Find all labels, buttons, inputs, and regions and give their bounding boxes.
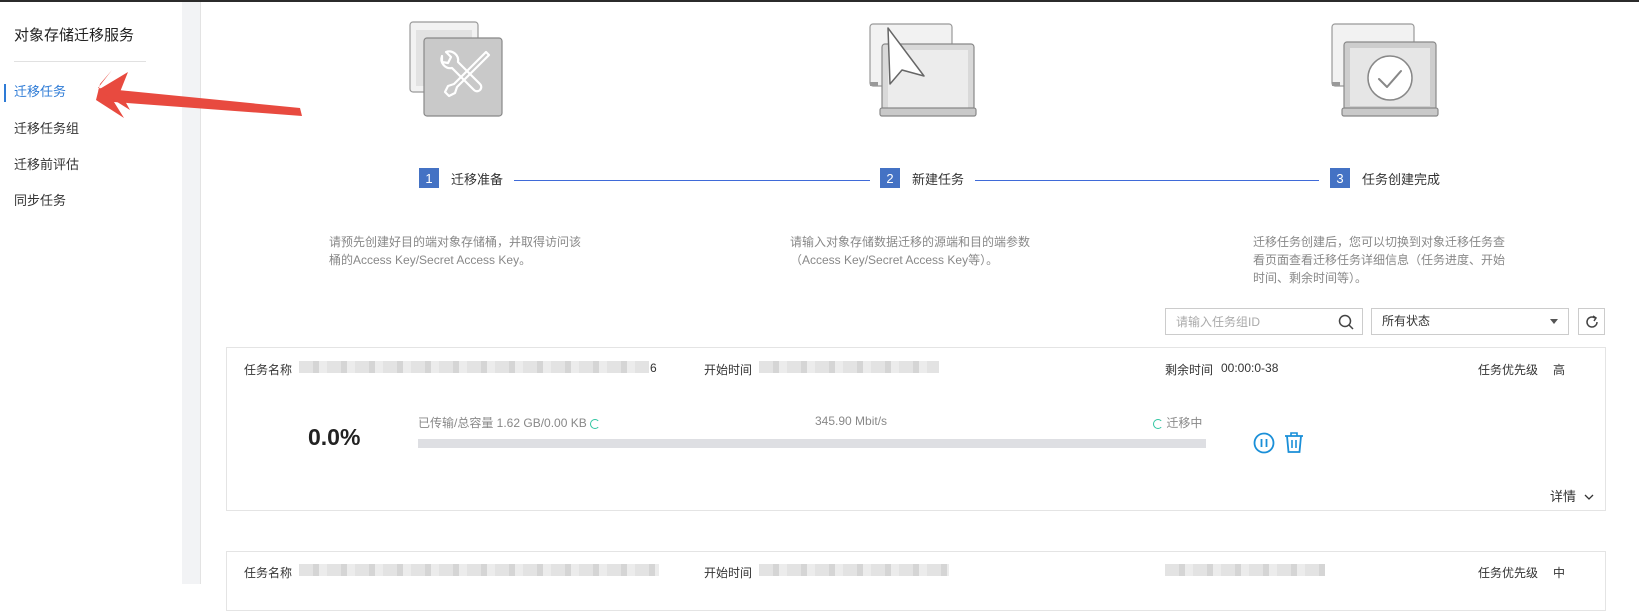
trash-icon[interactable] xyxy=(1283,431,1305,455)
sidebar-divider xyxy=(14,61,146,62)
priority-value: 高 xyxy=(1553,363,1566,377)
sidebar-item-pre-migration-assessment[interactable]: 迁移前评估 xyxy=(14,154,79,173)
priority-label: 任务优先级 xyxy=(1478,363,1539,377)
remaining-time-value: 00:00:0-38 xyxy=(1221,361,1279,375)
sidebar-collapse-gutter[interactable] xyxy=(182,2,201,584)
remaining-time-label: 剩余时间 xyxy=(1165,363,1214,377)
step-1-label: 迁移准备 xyxy=(451,171,504,187)
sidebar: 对象存储迁移服务 迁移任务 迁移任务组 迁移前评估 同步任务 xyxy=(0,2,183,584)
step-connector-2 xyxy=(975,180,1319,181)
start-time-label: 开始时间 xyxy=(704,363,753,377)
sidebar-title: 对象存储迁移服务 xyxy=(14,27,135,44)
step-3-label: 任务创建完成 xyxy=(1362,171,1441,187)
priority-label: 任务优先级 xyxy=(1478,566,1539,580)
chevron-down-icon xyxy=(1584,494,1594,500)
sidebar-active-indicator xyxy=(4,84,6,102)
step-2-label: 新建任务 xyxy=(912,171,965,187)
sidebar-item-sync-task[interactable]: 同步任务 xyxy=(14,190,66,209)
sidebar-item-migration-task-group[interactable]: 迁移任务组 xyxy=(14,118,79,137)
step-1-description: 请预先创建好目的端对象存储桶，并取得访问该 桶的Access Key/Secret… xyxy=(329,235,582,267)
progress-percent: 0.0% xyxy=(308,424,361,450)
task-name-label: 任务名称 xyxy=(244,363,293,377)
task-group-search-input[interactable] xyxy=(1166,309,1346,334)
priority-value: 中 xyxy=(1553,566,1566,580)
chevron-down-icon xyxy=(1550,319,1558,324)
task-status: 迁移中 xyxy=(1153,414,1202,431)
sidebar-item-migration-task[interactable]: 迁移任务 xyxy=(14,81,66,100)
task-card: 任务名称 6 开始时间 剩余时间 00:00:0-38 任务优先级 高 0.0%… xyxy=(226,347,1606,511)
start-time-redacted xyxy=(759,564,949,576)
task-name-label: 任务名称 xyxy=(244,566,293,580)
task-name-redacted xyxy=(299,361,649,373)
step-3-description: 迁移任务创建后，您可以切换到对象迁移任务查 看页面查看迁移任务详细信息（任务进度、… xyxy=(1253,235,1506,285)
progress-bar xyxy=(418,439,1206,448)
step-1-number: 1 xyxy=(419,168,439,188)
preparation-tools-icon xyxy=(409,21,503,117)
status-spinner-icon xyxy=(1153,418,1163,429)
pause-icon[interactable] xyxy=(1253,432,1275,454)
refresh-button[interactable] xyxy=(1578,308,1605,335)
task-name-suffix: 6 xyxy=(650,361,657,375)
task-name-redacted xyxy=(299,564,659,576)
new-task-transfer-icon xyxy=(869,23,977,117)
step-connector-1 xyxy=(514,180,870,181)
step-2-description: 请输入对象存储数据迁移的源端和目的端参数 （Access Key/Secret A… xyxy=(790,235,1031,267)
status-filter-value: 所有状态 xyxy=(1382,314,1431,328)
task-group-search xyxy=(1165,308,1363,335)
transfer-info: 已传输/总容量 1.62 GB/0.00 KB xyxy=(418,414,601,431)
detail-toggle[interactable]: 详情 xyxy=(1550,486,1594,505)
step-2-number: 2 xyxy=(880,168,900,188)
step-3-number: 3 xyxy=(1330,168,1350,188)
refresh-icon xyxy=(1585,314,1598,328)
step-3: 3 任务创建完成 xyxy=(1330,168,1440,188)
step-1: 1 迁移准备 xyxy=(419,168,503,188)
start-time-label: 开始时间 xyxy=(704,566,753,580)
step-2: 2 新建任务 xyxy=(880,168,964,188)
start-time-redacted xyxy=(759,361,939,373)
task-card: 任务名称 开始时间 任务优先级 中 xyxy=(226,551,1606,611)
loading-spinner-icon xyxy=(590,418,601,429)
remaining-time-redacted xyxy=(1165,564,1325,576)
status-filter-select[interactable]: 所有状态 xyxy=(1371,308,1569,335)
transfer-speed: 345.90 Mbit/s xyxy=(815,414,888,428)
task-complete-check-icon xyxy=(1331,23,1439,117)
window-top-border xyxy=(0,0,1639,2)
search-icon[interactable] xyxy=(1338,314,1354,330)
